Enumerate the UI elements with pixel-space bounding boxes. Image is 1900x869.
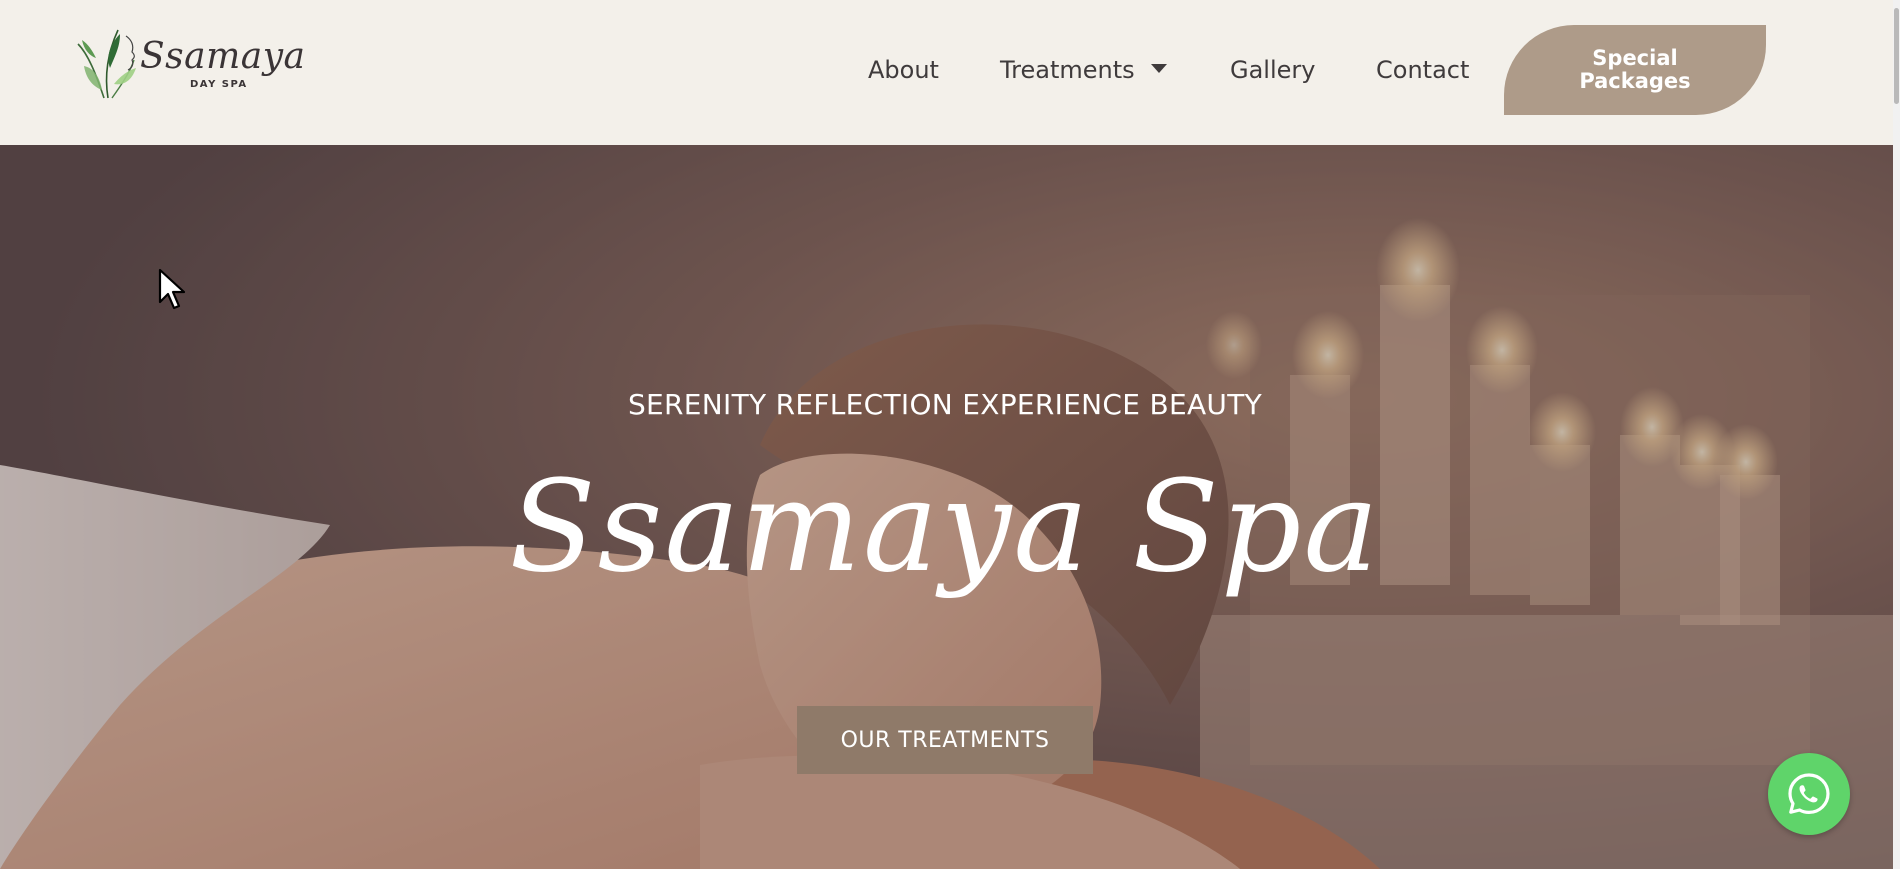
cta-line-2: Packages [1579, 69, 1691, 93]
whatsapp-button[interactable] [1768, 753, 1850, 835]
mouse-cursor-icon [158, 268, 186, 310]
page-scrollbar[interactable] [1893, 0, 1900, 869]
nav-label: Gallery [1230, 56, 1316, 84]
logo-wordmark: Ssamaya [140, 36, 306, 77]
logo-subtitle: DAY SPA [190, 79, 248, 90]
nav-item-about[interactable]: About [868, 52, 939, 88]
page: Ssamaya DAY SPA About Treatments Gallery… [0, 0, 1893, 869]
hero-section: SERENITY REFLECTION EXPERIENCE BEAUTY Ss… [0, 145, 1893, 869]
nav-item-treatments[interactable]: Treatments [1000, 52, 1167, 88]
nav-item-contact[interactable]: Contact [1376, 52, 1469, 88]
our-treatments-button[interactable]: OUR TREATMENTS [797, 706, 1093, 774]
hero-tagline: SERENITY REFLECTION EXPERIENCE BEAUTY [627, 388, 1263, 421]
nav-label: Treatments [1000, 56, 1135, 84]
site-header: Ssamaya DAY SPA About Treatments Gallery… [0, 0, 1893, 145]
cta-line-1: Special [1592, 46, 1678, 70]
nav-item-gallery[interactable]: Gallery [1230, 52, 1315, 88]
hero-title: Ssamaya Spa [509, 453, 1381, 600]
nav-label: About [868, 56, 939, 84]
nav-label: Contact [1376, 56, 1470, 84]
scrollbar-thumb[interactable] [1894, 8, 1899, 104]
chevron-down-icon[interactable] [1150, 63, 1167, 73]
whatsapp-icon [1788, 773, 1830, 814]
special-packages-button[interactable]: Special Packages [1504, 25, 1766, 115]
